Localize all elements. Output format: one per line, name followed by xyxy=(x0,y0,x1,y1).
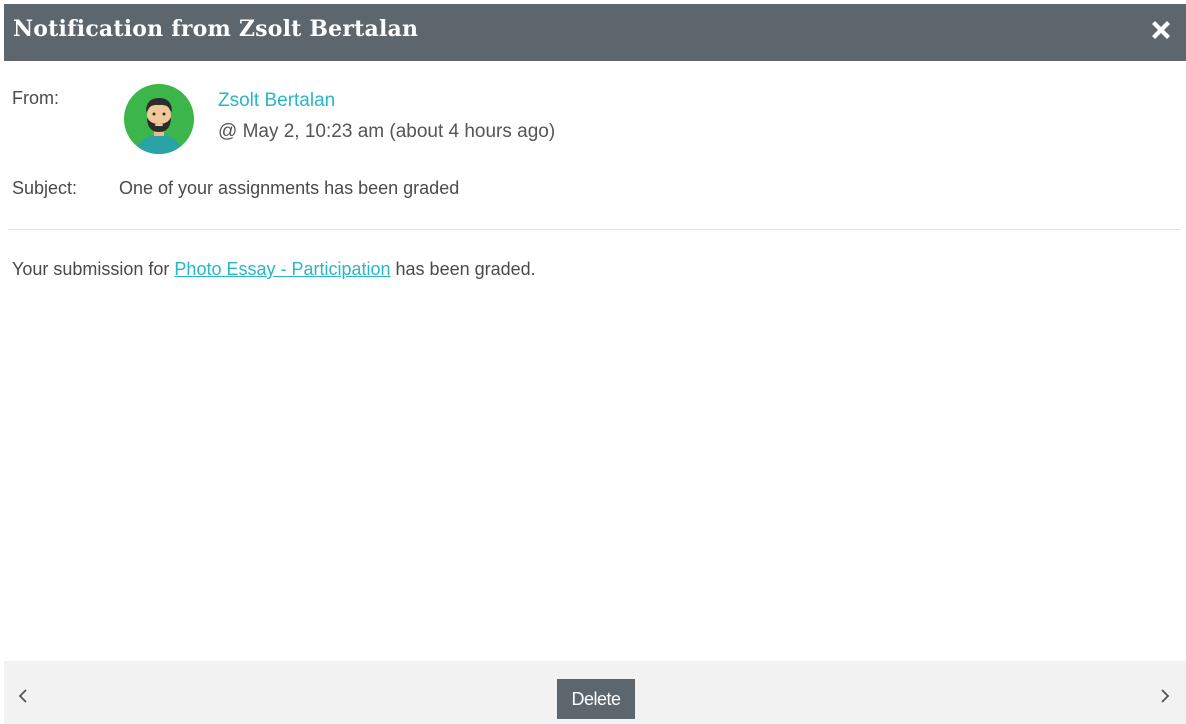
notification-dialog: Notification from Zsolt Bertalan From: Z… xyxy=(4,4,1186,724)
dialog-titlebar: Notification from Zsolt Bertalan xyxy=(4,4,1186,61)
dialog-footer: Delete xyxy=(4,661,1186,724)
delete-button[interactable]: Delete xyxy=(557,679,635,719)
message-timestamp: @ May 2, 10:23 am (about 4 hours ago) xyxy=(218,121,556,142)
close-button[interactable] xyxy=(1148,17,1174,43)
body-prefix: Your submission for xyxy=(12,259,175,279)
dialog-title: Notification from Zsolt Bertalan xyxy=(13,16,419,42)
assignment-link[interactable]: Photo Essay - Participation xyxy=(174,259,390,279)
divider xyxy=(8,229,1180,230)
message-body: Your submission for Photo Essay - Partic… xyxy=(12,259,536,280)
avatar xyxy=(124,84,194,154)
body-suffix: has been graded. xyxy=(390,259,536,279)
previous-button[interactable] xyxy=(16,685,30,707)
user-avatar-icon xyxy=(124,84,194,154)
next-button[interactable] xyxy=(1158,685,1172,707)
chevron-left-icon xyxy=(18,689,27,703)
close-icon xyxy=(1152,21,1170,39)
subject-label: Subject: xyxy=(12,178,78,198)
chevron-right-icon xyxy=(1161,689,1170,703)
subject-text: One of your assignments has been graded xyxy=(119,178,460,198)
sender-name-link[interactable]: Zsolt Bertalan xyxy=(218,90,335,112)
from-label: From: xyxy=(12,88,59,108)
